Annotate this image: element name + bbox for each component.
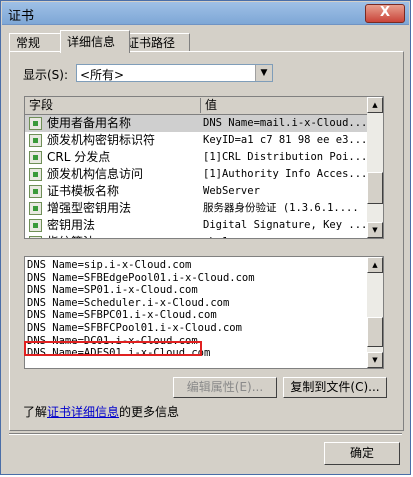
certificate-field-icon	[29, 151, 42, 164]
field-name: CRL 分发点	[47, 150, 111, 164]
detail-line: DNS Name=SFBEdgePool01.i-x-Cloud.com	[27, 271, 255, 284]
field-name: 颁发机构密钥标识符	[47, 133, 156, 147]
learn-more-prefix: 了解	[23, 405, 48, 419]
chevron-down-icon[interactable]: ▼	[255, 65, 272, 81]
field-name: 指纹算法	[47, 234, 95, 238]
field-name: 证书模板名称	[47, 184, 120, 198]
scroll-down-icon[interactable]: ▼	[367, 222, 383, 238]
certificate-field-icon	[29, 117, 42, 130]
tab-certification-path[interactable]: 证书路径	[120, 33, 190, 52]
scroll-thumb[interactable]	[367, 317, 383, 347]
edit-properties-button[interactable]: 编辑属性(E)...	[173, 377, 277, 398]
field-name: 增强型密钥用法	[47, 201, 132, 215]
field-value: WebServer	[203, 185, 260, 197]
certificate-field-icon	[29, 236, 42, 238]
field-value: Digital Signature, Key ...	[203, 219, 368, 231]
show-label: 显示(S):	[23, 68, 69, 82]
column-header-field[interactable]: 字段	[25, 98, 201, 113]
field-name: 密钥用法	[47, 218, 96, 232]
table-row[interactable]: 颁发机构密钥标识符 KeyID=a1 c7 81 98 ee e3...	[25, 132, 369, 149]
certificate-details-link[interactable]: 证书详细信息	[47, 405, 119, 419]
table-row[interactable]: 使用者备用名称 DNS Name=mail.i-x-Cloud...	[25, 115, 369, 132]
detail-line: DNS Name=SP01.i-x-Cloud.com	[27, 284, 198, 297]
table-row[interactable]: 颁发机构信息访问 [1]Authority Info Acces...	[25, 166, 369, 183]
close-button[interactable]: X	[365, 4, 405, 23]
scroll-up-icon[interactable]: ▲	[367, 97, 383, 113]
certificate-field-icon	[29, 185, 42, 198]
table-row[interactable]: 增强型密钥用法 服务器身份验证 (1.3.6.1....	[25, 200, 369, 217]
highlight-annotation	[24, 341, 202, 356]
scroll-up-icon[interactable]: ▲	[367, 257, 383, 273]
window-title: 证书	[8, 9, 35, 24]
title-bar[interactable]: 证书 X	[2, 2, 409, 25]
detail-line: DNS Name=SFBPC01.i-x-Cloud.com	[27, 309, 217, 322]
divider	[9, 433, 402, 435]
certificate-field-icon	[29, 219, 42, 232]
learn-more-suffix: 的更多信息	[119, 405, 180, 419]
detail-line: DNS Name=sip.i-x-Cloud.com	[27, 259, 192, 271]
detail-line: DNS Name=SFBFCPool01.i-x-Cloud.com	[27, 322, 242, 334]
field-value: KeyID=a1 c7 81 98 ee e3...	[203, 134, 368, 146]
certificate-field-icon	[29, 202, 42, 215]
field-value: [1]CRL Distribution Poi...	[203, 151, 368, 163]
detail-line: DNS Name=Scheduler.i-x-Cloud.com	[27, 296, 230, 309]
detail-scrollbar[interactable]: ▲ ▼	[367, 257, 383, 368]
field-value: [1]Authority Info Acces...	[203, 168, 368, 180]
table-row[interactable]: 证书模板名称 WebServer	[25, 183, 369, 200]
field-value: 服务器身份验证 (1.3.6.1....	[203, 202, 359, 214]
table-row[interactable]: CRL 分发点 [1]CRL Distribution Poi...	[25, 149, 369, 166]
field-value: sha1	[203, 234, 368, 238]
tab-general[interactable]: 常规	[9, 33, 61, 52]
scroll-thumb[interactable]	[367, 172, 383, 204]
table-row[interactable]: 密钥用法 Digital Signature, Key ...	[25, 217, 369, 234]
fields-list[interactable]: 字段 值 使用者备用名称 DNS Name=mail.i-x-Cloud... 颁发…	[24, 96, 384, 239]
certificate-dialog: 证书 X 常规 详细信息 证书路径 显示(S): <所有> ▼ 字段 值 使用者…	[0, 0, 411, 475]
ok-button[interactable]: 确定	[324, 442, 400, 465]
field-value: DNS Name=mail.i-x-Cloud...	[203, 117, 368, 129]
certificate-field-icon	[29, 168, 42, 181]
field-name: 使用者备用名称	[47, 116, 132, 130]
show-dropdown-value: <所有>	[80, 68, 125, 82]
show-dropdown[interactable]: <所有> ▼	[76, 64, 273, 82]
table-row[interactable]: 指纹算法 sha1	[25, 234, 369, 238]
fields-scrollbar[interactable]: ▲ ▼	[367, 97, 383, 238]
tab-details[interactable]: 详细信息	[60, 30, 130, 53]
field-name: 颁发机构信息访问	[47, 167, 144, 181]
list-header: 字段 值	[25, 97, 369, 115]
certificate-field-icon	[29, 134, 42, 147]
column-header-value[interactable]: 值	[201, 98, 369, 113]
copy-to-file-button[interactable]: 复制到文件(C)...	[283, 377, 387, 398]
learn-more-text: 了解证书详细信息的更多信息	[23, 403, 179, 420]
scroll-down-icon[interactable]: ▼	[367, 352, 383, 368]
